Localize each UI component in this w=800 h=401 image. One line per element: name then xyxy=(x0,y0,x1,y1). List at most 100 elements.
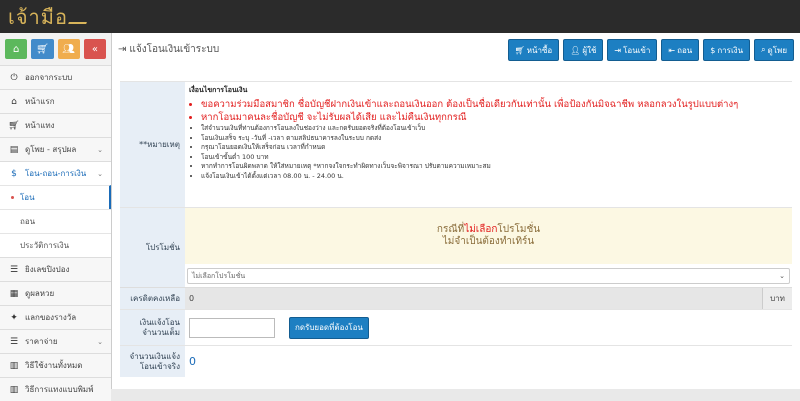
button-label: ผู้ใช้ xyxy=(582,45,597,55)
notice-item: แจ้งโอนเงินเข้าได้ตั้งแต่เวลา 08.00 น. -… xyxy=(201,172,788,182)
sidebar-item-label: วิธีการแทงแบบพิมพ์ xyxy=(25,385,94,394)
sidebar-item-label: หน้าแรก xyxy=(25,97,55,106)
amount-input[interactable] xyxy=(189,317,275,338)
promo-select-value: ไม่เลือกโปรโมชั่น xyxy=(192,271,246,280)
remark-label: **หมายเหตุ xyxy=(120,82,185,207)
sidebar-item-collect[interactable]: 🛒︎ หน้าแทง xyxy=(0,113,111,137)
sidebar-item-label: ดูโพย - สรุปผล xyxy=(25,145,77,154)
users-shortcut-button[interactable]: 👥︎ xyxy=(57,39,80,59)
withdraw-button[interactable]: ⇤ ถอน xyxy=(661,39,700,61)
real-amount-value: 0 xyxy=(189,355,196,368)
credit-row: เครดิตคงเหลือ 0 บาท xyxy=(120,287,792,309)
grid-icon: ▦ xyxy=(9,288,19,299)
credit-unit: บาท xyxy=(762,288,792,309)
button-label: หน้าซื้อ xyxy=(526,45,553,55)
notice-title: เงื่อนไขการโอนเงิน xyxy=(189,86,248,94)
notice-panel: เงื่อนไขการโอนเงิน ขอความร่วมมือสมาชิก ช… xyxy=(185,82,792,207)
promo-select-wrap: ไม่เลือกโปรโมชั่น ⌄ xyxy=(185,264,792,284)
notice-item: ขอความร่วมมือสมาชิก ชื่อบัญชีฝากเงินเข้า… xyxy=(201,98,788,111)
logo[interactable]: เจ้ามือ xyxy=(8,1,90,33)
gift-icon: ✦ xyxy=(10,312,18,323)
sidebar-item-label: ราคาจ่าย xyxy=(25,337,58,346)
chevron-down-icon: ⌄ xyxy=(97,169,103,178)
cart-icon: 🛒︎ xyxy=(36,43,49,55)
sidebar-item-how-to-print[interactable]: ▥ วิธีการแทงแบบพิมพ์ xyxy=(0,377,111,401)
sidebar-item-logout[interactable]: ⏻ ออกจากระบบ xyxy=(0,65,111,89)
user-button[interactable]: 👤︎ ผู้ใช้ xyxy=(563,39,604,61)
promo-label: โปรโมชั่น xyxy=(120,208,185,287)
cart-icon: 🛒︎ xyxy=(514,45,525,55)
notice-item: หากทำการโอนผิดพลาด ให้ใส่หมายเหตุ *หากจง… xyxy=(201,162,788,172)
sidebar-item-transfer[interactable]: $ โอน-ถอน-การเงิน ⌄ xyxy=(0,161,111,185)
real-amount-label: จำนวนเงินแจ้ง โอนเข้าจริง xyxy=(120,346,185,377)
home-icon: ⌂ xyxy=(12,43,20,55)
sidebar-item-coupon[interactable]: ☰ ยิงเลขปิงปอง xyxy=(0,257,111,281)
finance-button[interactable]: $ การเงิน xyxy=(703,39,751,61)
logo-text: เจ้ามือ xyxy=(8,5,68,29)
document-icon: ▤ xyxy=(9,144,19,155)
list-icon: ☰ xyxy=(9,264,19,275)
calculate-amount-button[interactable]: กดรับยอดที่ต้องโอน xyxy=(289,316,369,339)
sidebar-item-label: แลกของรางวัล xyxy=(25,313,77,322)
sidebar-item-lottery[interactable]: ▦ ดูผลหวย xyxy=(0,281,111,305)
collapse-sidebar-button[interactable]: « xyxy=(83,39,106,59)
sidebar-item-label: โอน xyxy=(20,193,35,202)
withdraw-icon: ⇤ xyxy=(668,45,676,55)
promo-info: กรณีที่ไม่เลือกโปรโมชั่น ไม่จำเป็นต้องทำ… xyxy=(185,208,792,264)
credit-value: 0 xyxy=(189,294,195,303)
logo-mark-icon xyxy=(68,14,90,24)
sidebar-subitem-history[interactable]: ประวัติการเงิน xyxy=(0,233,111,257)
button-label: การเงิน xyxy=(717,45,744,55)
promo-panel: กรณีที่ไม่เลือกโปรโมชั่น ไม่จำเป็นต้องทำ… xyxy=(185,208,792,287)
page-title: ⇥ แจ้งโอนเงินเข้าระบบ xyxy=(118,42,219,57)
double-chevron-left-icon: « xyxy=(91,43,98,55)
sidebar-item-rates[interactable]: ☰ ราคาจ่าย ⌄ xyxy=(0,329,111,353)
sidebar-item-label: ออกจากระบบ xyxy=(25,73,73,82)
sidebar: ⌂ 🛒︎ 👥︎ « ⏻ ออกจากระบบ ⌂ หน้าแรก 🛒︎ หน้าแทง… xyxy=(0,33,112,401)
sidebar-subitem-deposit[interactable]: โอน xyxy=(0,185,111,209)
chevron-down-icon: ⌄ xyxy=(97,337,103,346)
amount-row: เงินแจ้งโอน จำนวนเต็ม กดรับยอดที่ต้องโอน xyxy=(120,309,792,345)
cart-shortcut-button[interactable]: 🛒︎ xyxy=(31,39,54,59)
sidebar-item-label: ถอน xyxy=(20,217,36,226)
sidebar-item-how-to-all[interactable]: ▥ วิธีใช้งานทั้งหมด xyxy=(0,353,111,377)
user-icon: 👤︎ xyxy=(570,45,581,55)
sidebar-item-view-bets[interactable]: ▤ ดูโพย - สรุปผล ⌄ xyxy=(0,137,111,161)
chevron-down-icon: ⌄ xyxy=(779,272,785,280)
sidebar-subitem-withdraw[interactable]: ถอน xyxy=(0,209,111,233)
home-shortcut-button[interactable]: ⌂ xyxy=(5,39,28,59)
real-amount-row: จำนวนเงินแจ้ง โอนเข้าจริง 0 xyxy=(120,345,792,377)
remark-row: **หมายเหตุ เงื่อนไขการโอนเงิน ขอความร่วม… xyxy=(120,81,792,207)
amount-controls: กดรับยอดที่ต้องโอน xyxy=(185,310,792,345)
promo-line-2: ไม่จำเป็นต้องทำเทิร์น xyxy=(442,236,535,247)
sidebar-item-label: ประวัติการเงิน xyxy=(20,241,70,250)
deposit-form: **หมายเหตุ เงื่อนไขการโอนเงิน ขอความร่วม… xyxy=(120,81,792,377)
button-label: ดูโพย xyxy=(767,45,787,55)
top-bar: เจ้ามือ xyxy=(0,0,800,33)
amount-label: เงินแจ้งโอน จำนวนเต็ม xyxy=(120,310,185,345)
cart-icon: 🛒︎ xyxy=(8,120,20,131)
shortcut-bar: ⌂ 🛒︎ 👥︎ « xyxy=(0,33,111,65)
sidebar-item-home[interactable]: ⌂ หน้าแรก xyxy=(0,89,111,113)
view-bets-button[interactable]: ⌕ ดูโพย xyxy=(754,39,794,61)
quick-nav-buttons: 🛒︎ หน้าซื้อ 👤︎ ผู้ใช้ ⇥ โอนเข้า ⇤ ถอน $ การเง… xyxy=(507,39,794,61)
sign-in-icon: ⇥ xyxy=(614,45,622,55)
sidebar-item-label: โอน-ถอน-การเงิน xyxy=(25,169,87,178)
sidebar-item-label: วิธีใช้งานทั้งหมด xyxy=(25,361,83,370)
sidebar-item-rewards[interactable]: ✦ แลกของรางวัล xyxy=(0,305,111,329)
promo-select[interactable]: ไม่เลือกโปรโมชั่น ⌄ xyxy=(187,268,790,284)
deposit-button[interactable]: ⇥ โอนเข้า xyxy=(607,39,658,61)
notice-item: โอนเข้าขั้นต่ำ 100 บาท xyxy=(201,153,788,163)
home-icon: ⌂ xyxy=(11,96,17,107)
book-icon: ▥ xyxy=(9,360,19,371)
notice-item: กรุณาโอนยอดเงินให้เสร็จก่อน เวลาที่กำหนด xyxy=(201,143,788,153)
promo-text: กรณีที่ xyxy=(436,223,465,235)
power-icon: ⏻ xyxy=(10,72,18,83)
button-label: ถอน xyxy=(677,45,693,55)
notice-list: ขอความร่วมมือสมาชิก ชื่อบัญชีฝากเงินเข้า… xyxy=(189,98,788,182)
sidebar-item-label: ยิงเลขปิงปอง xyxy=(25,265,70,274)
buy-page-button[interactable]: 🛒︎ หน้าซื้อ xyxy=(507,39,560,61)
notice-item: ใส่จำนวนเงินที่ท่านต้องการโอนลงในช่องว่า… xyxy=(201,124,788,134)
sign-in-icon: ⇥ xyxy=(118,44,127,55)
main-content: ⇥ แจ้งโอนเงินเข้าระบบ 🛒︎ หน้าซื้อ 👤︎ ผู้ใช้… xyxy=(112,33,800,389)
